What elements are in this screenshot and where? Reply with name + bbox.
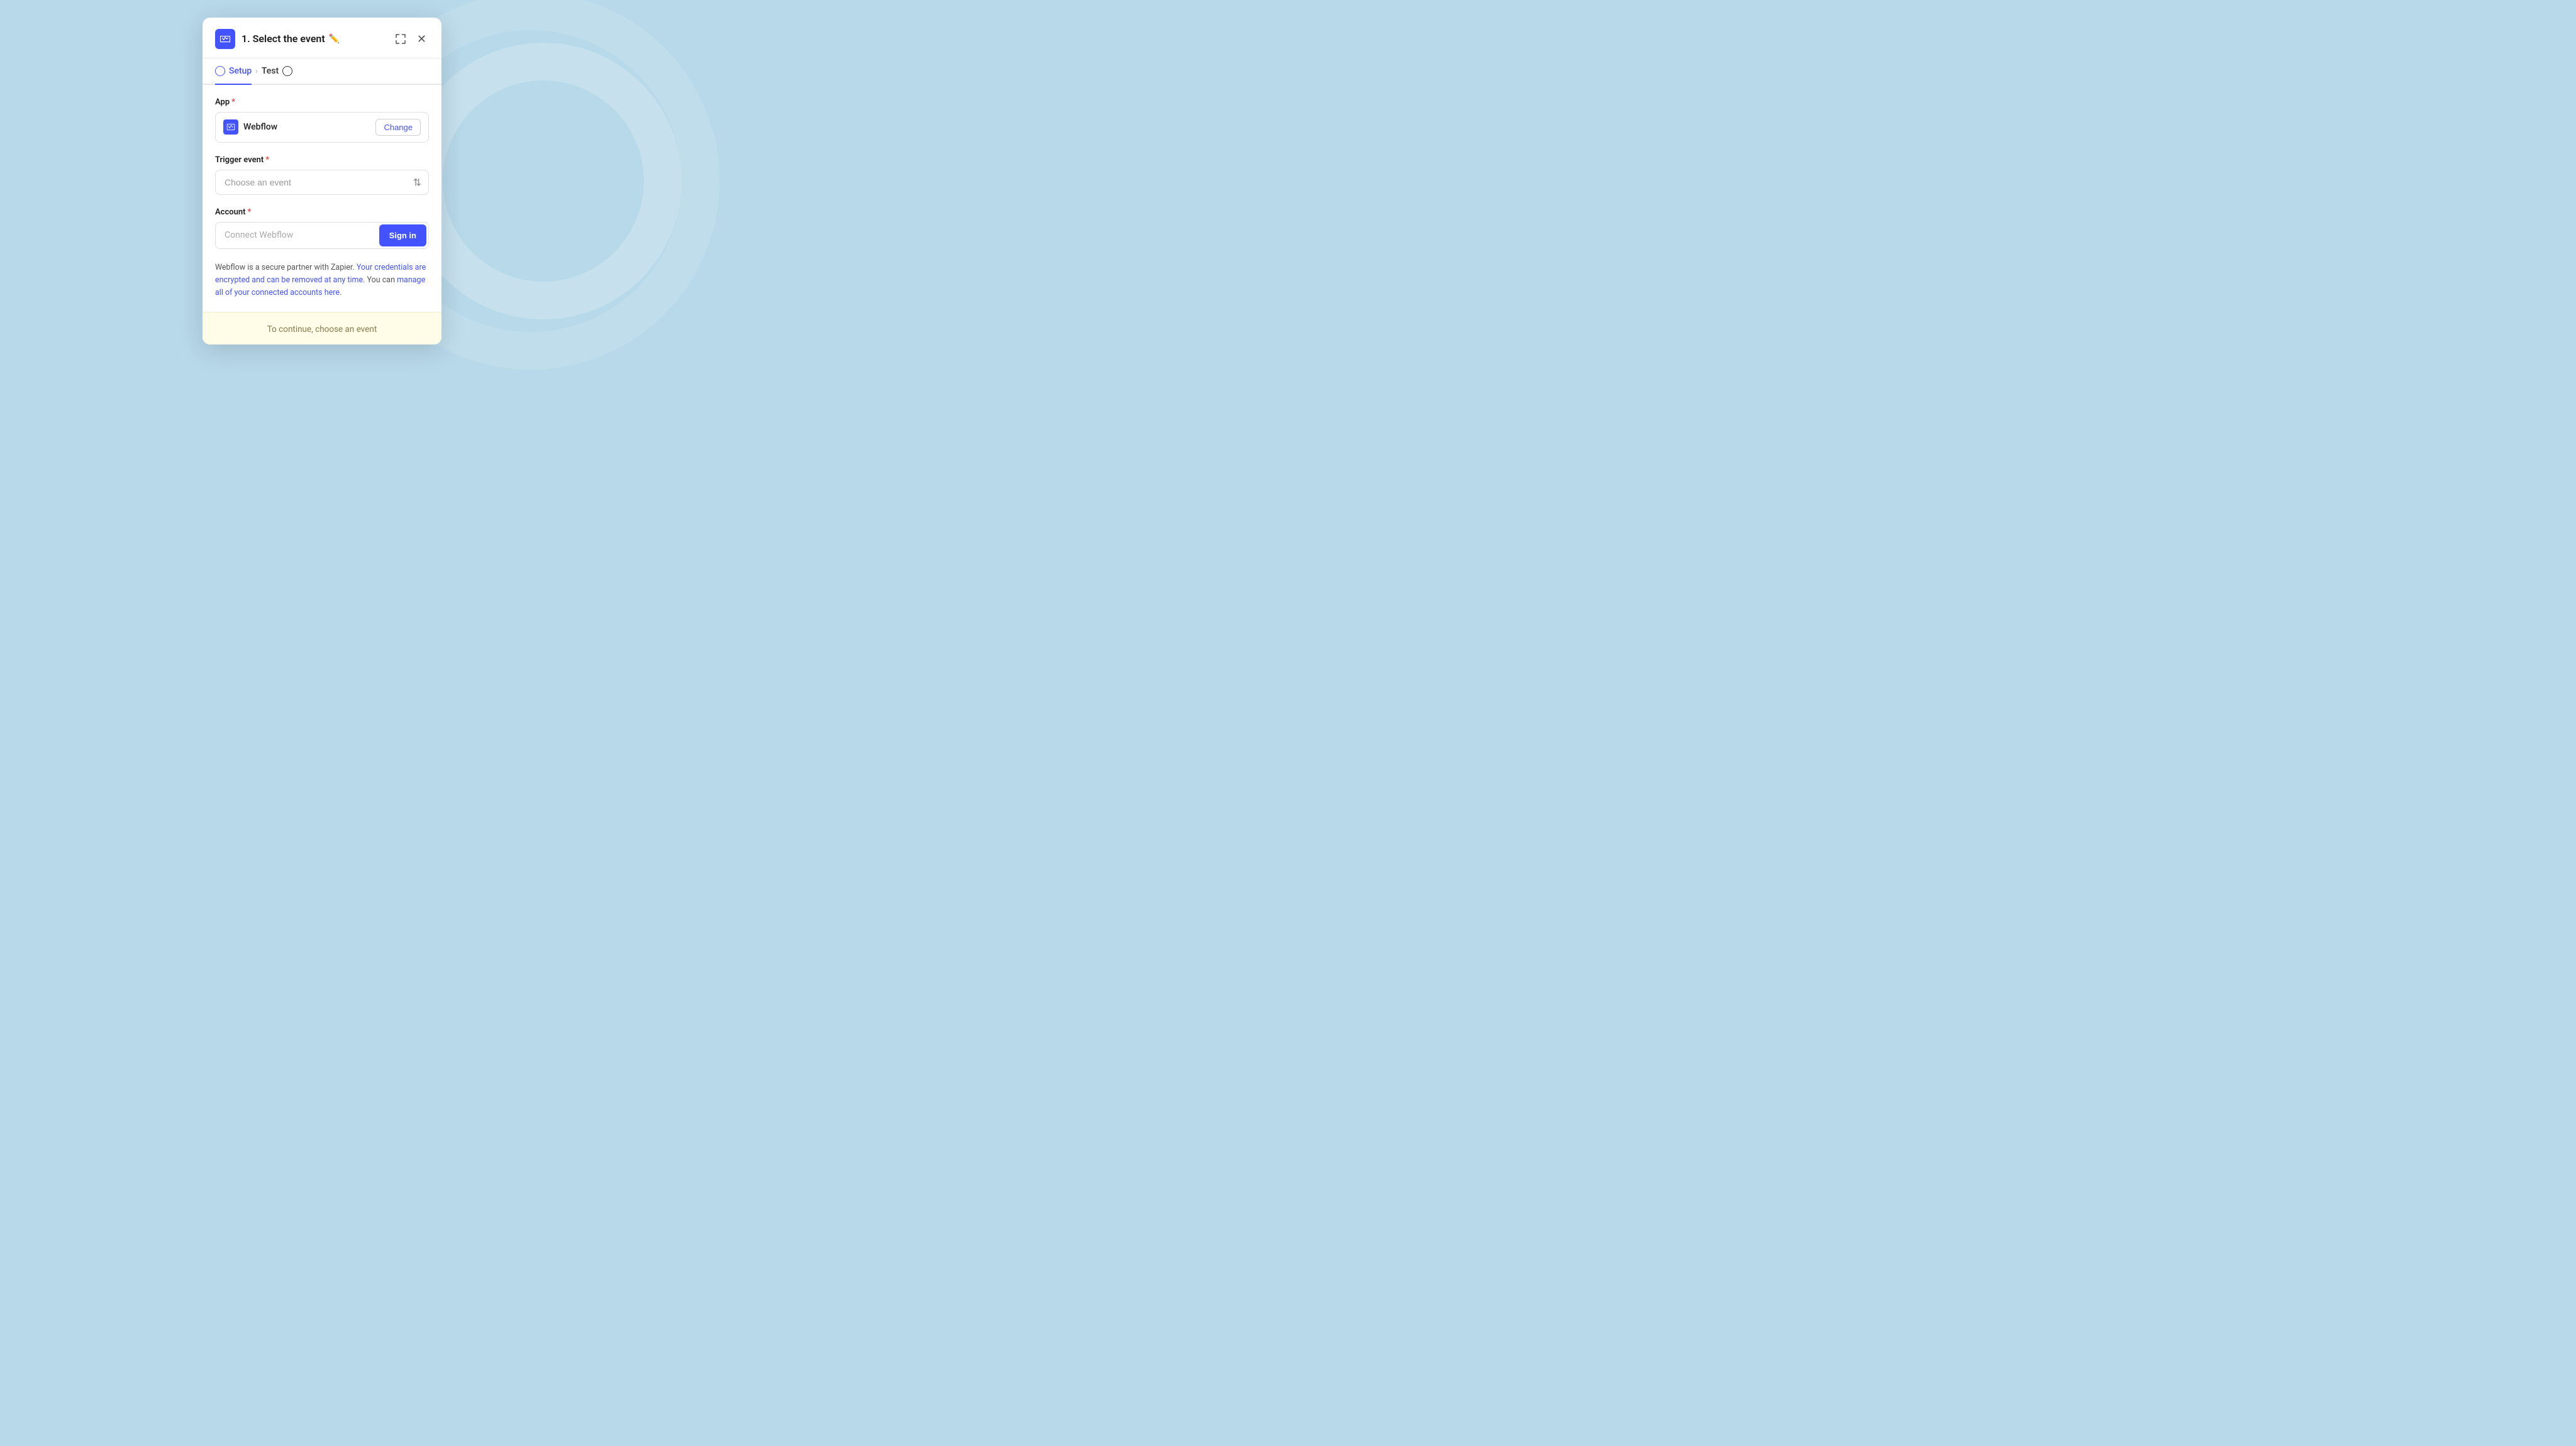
- tab-test[interactable]: Test: [262, 58, 292, 85]
- trigger-label-text: Trigger event: [215, 155, 264, 165]
- info-text-start: Webflow is a secure partner with Zapier.: [215, 263, 357, 272]
- app-icon: [215, 29, 235, 49]
- footer-text: To continue, choose an event: [267, 324, 377, 334]
- tab-test-label: Test: [262, 66, 279, 76]
- expand-button[interactable]: [393, 31, 408, 47]
- webflow-icon: [223, 119, 238, 135]
- account-field: Connect Webflow Sign in: [215, 222, 429, 249]
- tab-setup-circle: [215, 66, 225, 76]
- account-required-star: *: [247, 207, 251, 217]
- modal: 1. Select the event ✏️ ✕ Setup › Test: [203, 18, 441, 345]
- account-placeholder-text: Connect Webflow: [216, 223, 377, 247]
- app-field-group: App * Webflow Change: [215, 97, 429, 143]
- app-selector: Webflow Change: [215, 112, 429, 143]
- modal-footer: To continue, choose an event: [203, 312, 441, 345]
- app-required-star: *: [231, 97, 235, 107]
- account-label-text: Account: [215, 207, 245, 217]
- tab-setup[interactable]: Setup: [215, 58, 252, 85]
- account-field-group: Account * Connect Webflow Sign in: [215, 207, 429, 249]
- close-button[interactable]: ✕: [414, 31, 429, 47]
- tabs-container: Setup › Test: [203, 58, 441, 85]
- app-selector-left: Webflow: [223, 119, 277, 135]
- account-field-label: Account *: [215, 207, 429, 217]
- trigger-field-label: Trigger event *: [215, 155, 429, 165]
- app-name-text: Webflow: [243, 122, 277, 132]
- modal-body: App * Webflow Change Trigg: [203, 85, 441, 312]
- trigger-event-select[interactable]: Choose an event: [215, 170, 429, 195]
- info-text-mid: . You can: [363, 275, 397, 285]
- app-label-text: App: [215, 97, 230, 107]
- tab-setup-label: Setup: [229, 66, 252, 76]
- info-text-end: .: [340, 288, 341, 297]
- change-app-button[interactable]: Change: [375, 119, 421, 136]
- signin-button[interactable]: Sign in: [379, 224, 426, 246]
- modal-header-right: ✕: [393, 31, 429, 47]
- modal-header: 1. Select the event ✏️ ✕: [203, 18, 441, 58]
- app-field-label: App *: [215, 97, 429, 107]
- trigger-field-group: Trigger event * Choose an event ⇅: [215, 155, 429, 195]
- tab-test-circle: [282, 66, 292, 76]
- title-text: 1. Select the event: [242, 33, 325, 45]
- tab-chevron-icon: ›: [255, 67, 258, 75]
- trigger-select-wrapper: Choose an event ⇅: [215, 170, 429, 195]
- modal-title: 1. Select the event ✏️: [242, 33, 340, 45]
- info-text: Webflow is a secure partner with Zapier.…: [215, 262, 429, 299]
- edit-icon[interactable]: ✏️: [329, 34, 340, 44]
- trigger-required-star: *: [265, 155, 269, 165]
- modal-header-left: 1. Select the event ✏️: [215, 29, 340, 49]
